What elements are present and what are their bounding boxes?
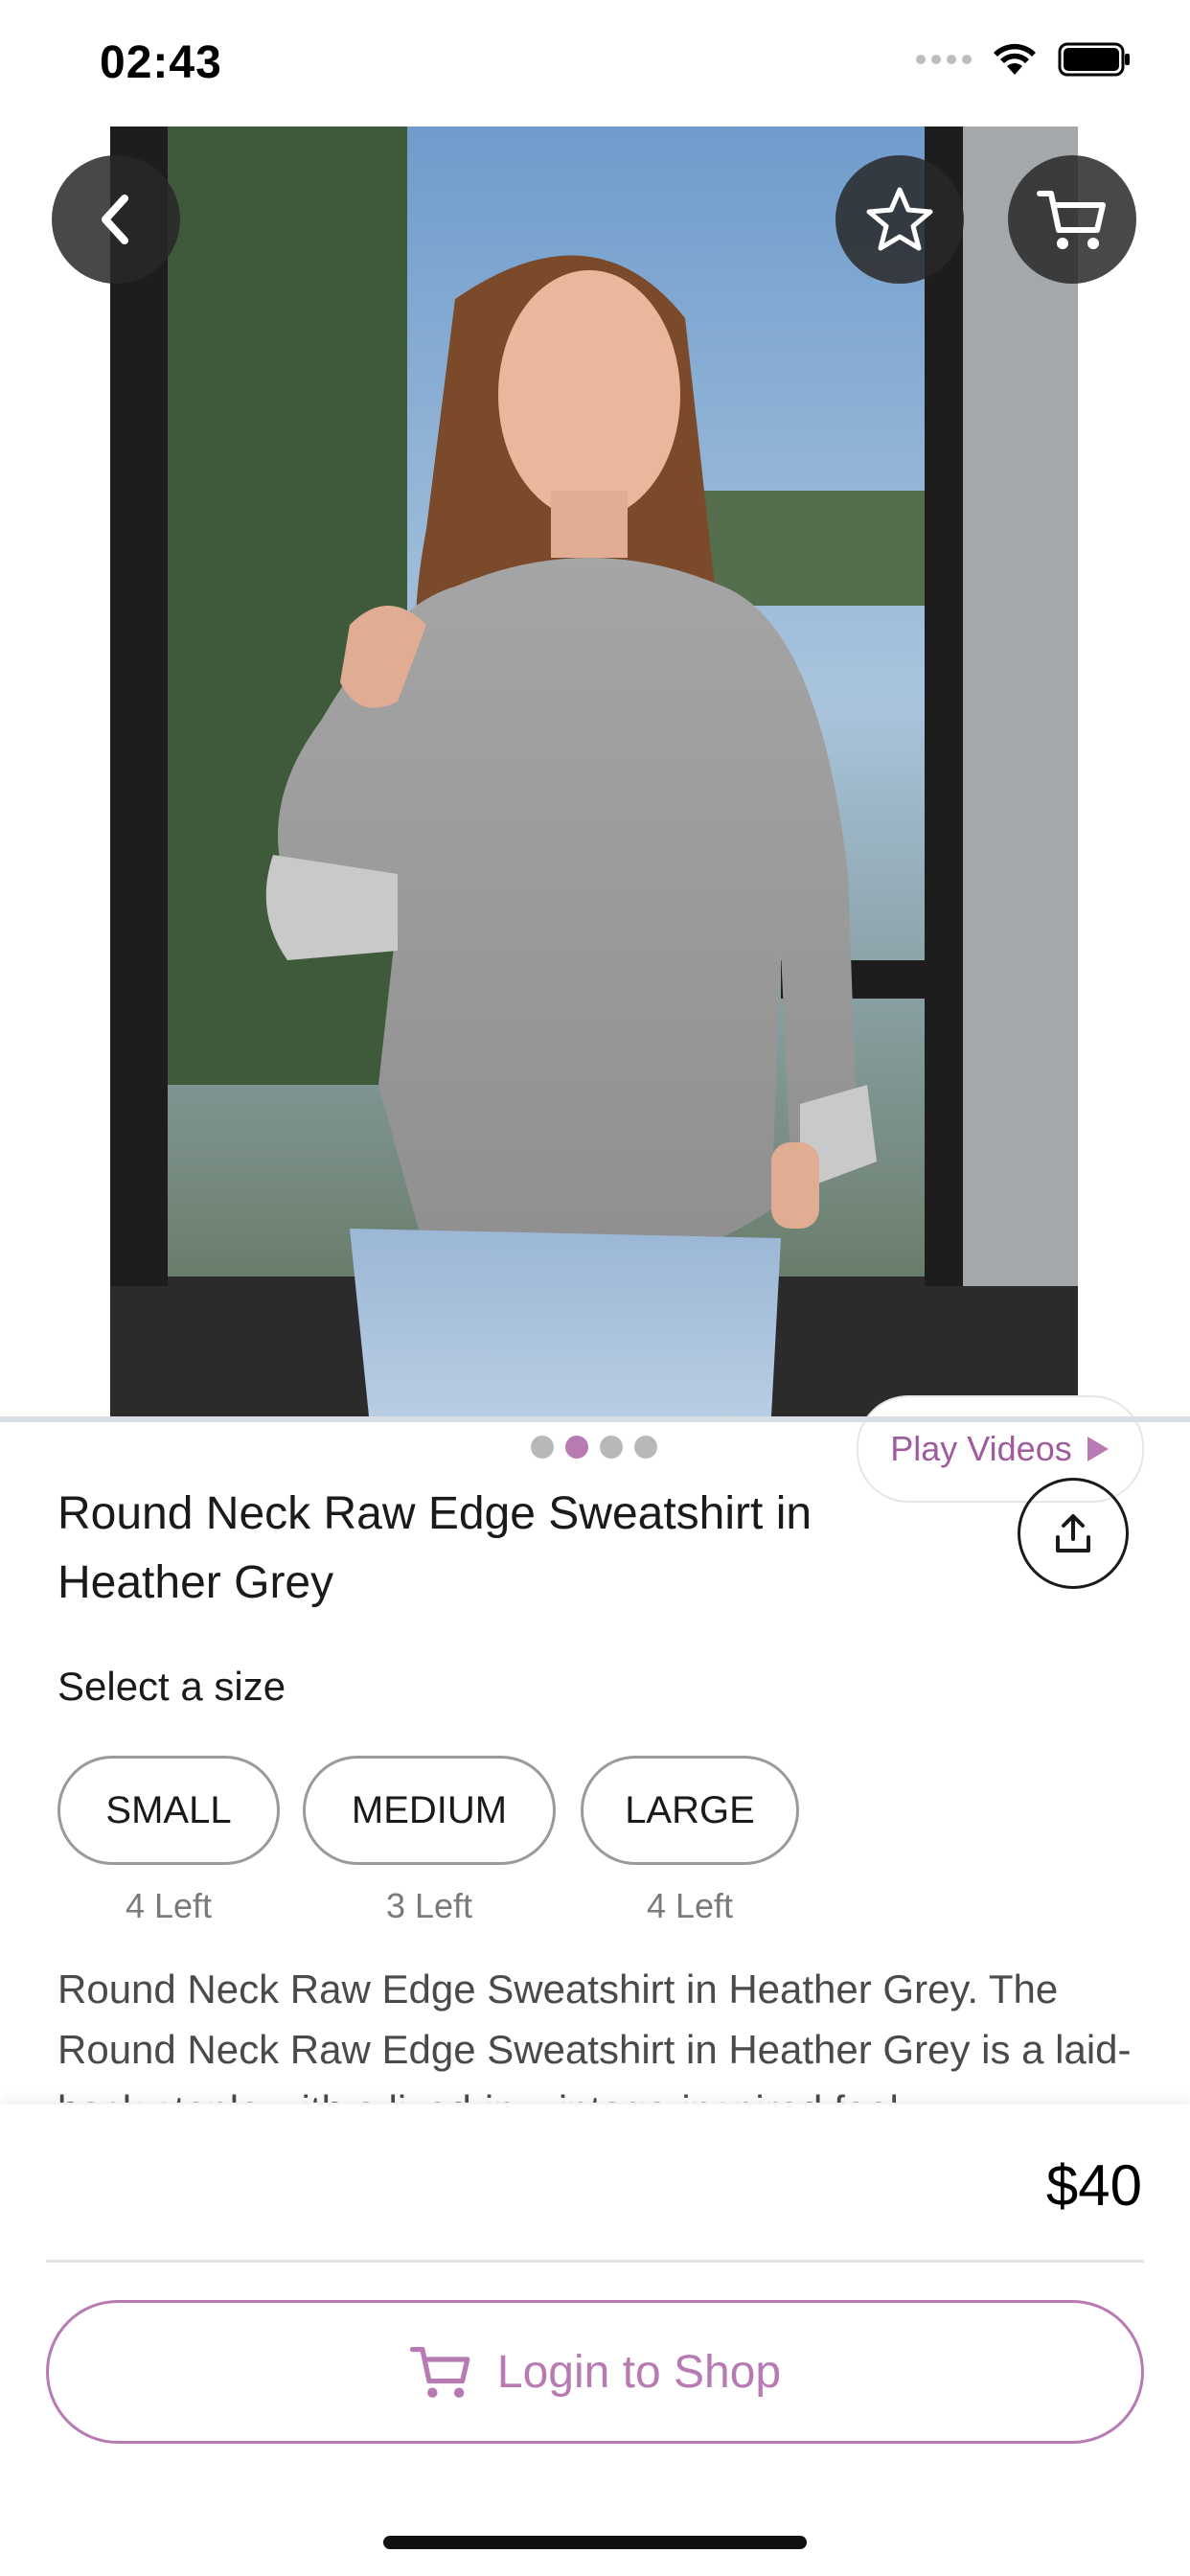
play-icon — [1087, 1437, 1109, 1461]
size-option-label: MEDIUM — [351, 1788, 508, 1831]
product-price: $40 — [1045, 2153, 1142, 2218]
product-image-carousel[interactable]: Play Videos — [0, 126, 1190, 1503]
home-indicator[interactable] — [383, 2536, 807, 2549]
product-photo — [110, 126, 1078, 1416]
stock-count-small: 4 Left — [125, 1886, 213, 1925]
pager-dot[interactable] — [600, 1436, 623, 1459]
battery-icon — [1058, 42, 1130, 77]
divider — [0, 1416, 1190, 1422]
image-pager[interactable] — [504, 1416, 684, 1478]
cart-icon — [1037, 191, 1106, 249]
size-option-large[interactable]: LARGE — [581, 1756, 799, 1865]
size-option-small[interactable]: SMALL — [57, 1756, 280, 1865]
share-icon — [1056, 1514, 1090, 1552]
play-videos-label: Play Videos — [890, 1429, 1072, 1468]
purchase-bar: $40 Login to Shop — [0, 2104, 1190, 2576]
status-time: 02:43 — [100, 37, 222, 88]
back-button[interactable] — [52, 155, 180, 284]
size-option-label: LARGE — [625, 1788, 755, 1831]
login-to-shop-button[interactable]: Login to Shop — [46, 2300, 1144, 2444]
divider — [46, 2260, 1144, 2263]
pager-dot[interactable] — [634, 1436, 657, 1459]
wifi-icon — [994, 43, 1036, 75]
stock-count-medium: 3 Left — [385, 1886, 473, 1925]
favorite-button[interactable] — [835, 155, 964, 284]
signal-icon — [916, 55, 972, 64]
cart-button[interactable] — [1008, 155, 1136, 284]
size-option-label: SMALL — [105, 1788, 232, 1831]
login-to-shop-label: Login to Shop — [496, 2346, 782, 2398]
size-option-medium[interactable]: MEDIUM — [303, 1756, 556, 1865]
status-bar: 02:43 — [0, 0, 1190, 126]
pager-dot-active[interactable] — [565, 1436, 588, 1459]
pager-dot[interactable] — [531, 1436, 554, 1459]
stock-count-large: 4 Left — [646, 1886, 734, 1925]
chevron-left-icon — [102, 195, 128, 244]
select-size-label: Select a size — [57, 1664, 286, 1709]
star-icon — [866, 187, 933, 251]
share-button[interactable] — [1018, 1478, 1129, 1589]
product-title: Round Neck Raw Edge Sweatshirt in Heathe… — [57, 1488, 812, 1608]
cart-icon — [409, 2346, 470, 2398]
status-icons — [916, 42, 1133, 77]
product-description: Round Neck Raw Edge Sweatshirt in Heathe… — [57, 1966, 1132, 2103]
